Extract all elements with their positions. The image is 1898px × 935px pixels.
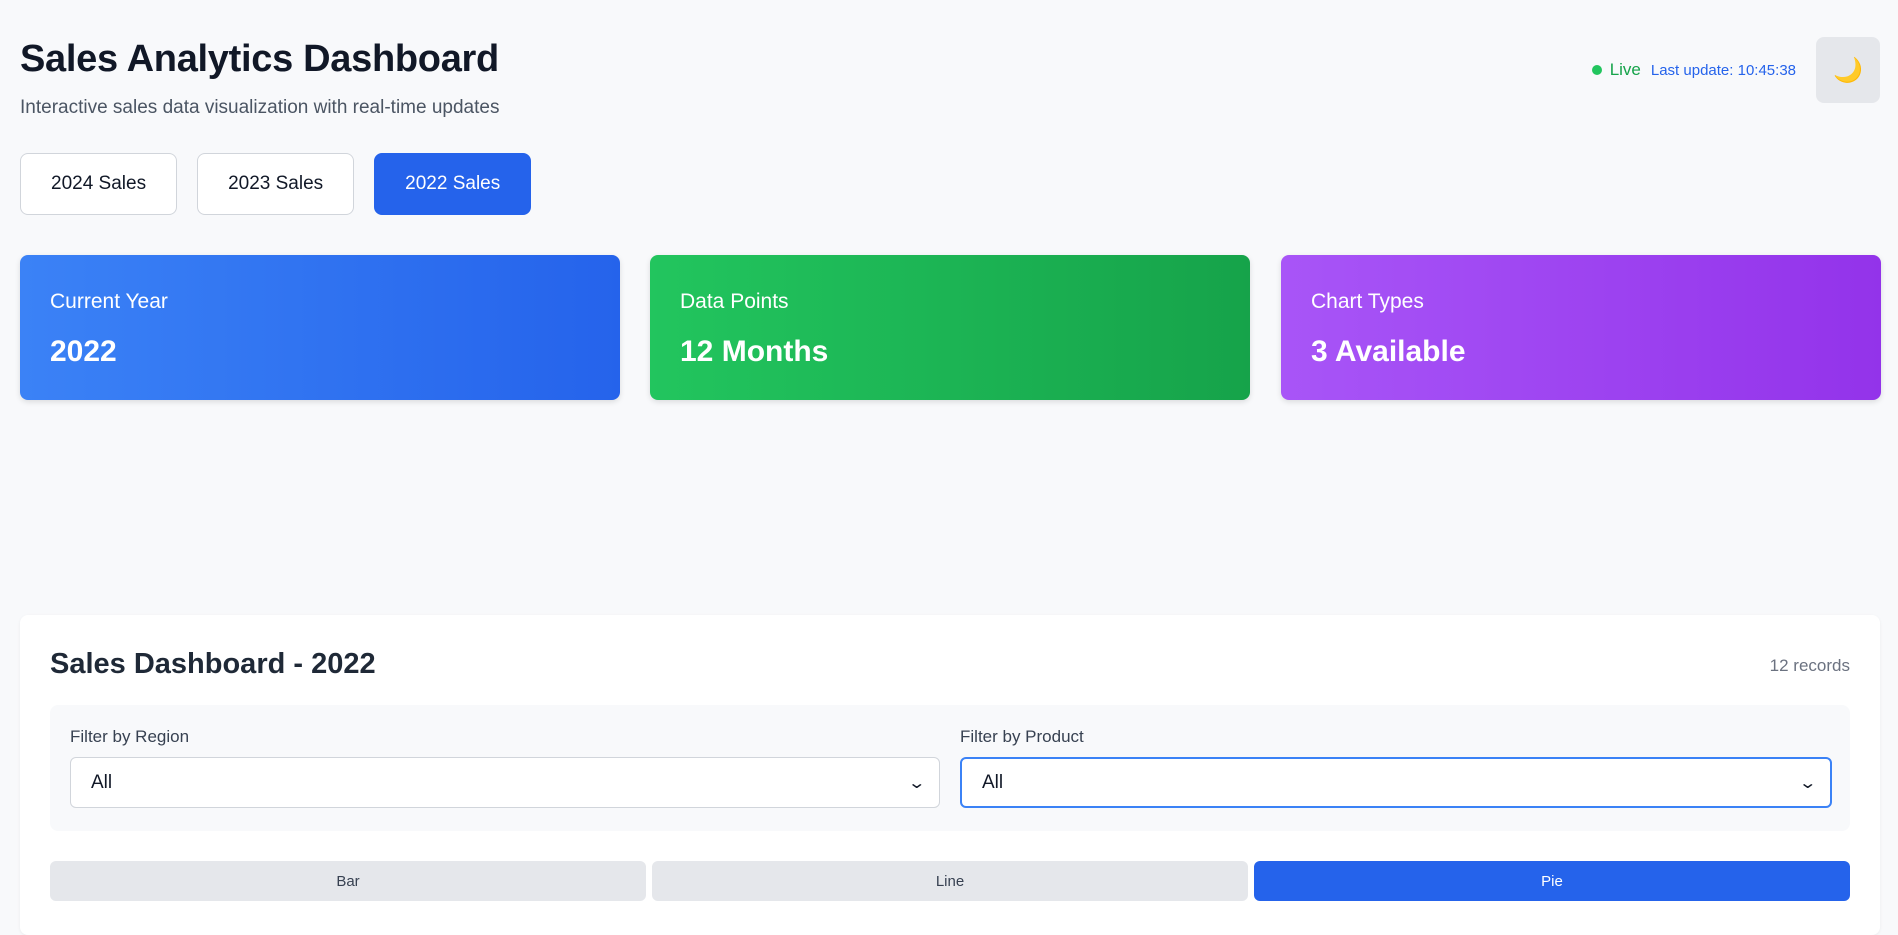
stat-label: Data Points: [680, 290, 789, 313]
tab-2024-sales[interactable]: 2024 Sales: [20, 153, 178, 215]
sales-dashboard-panel: Sales Dashboard - 2022 12 records Filter…: [20, 615, 1880, 935]
stat-card-data-points: Data Points 12 Months: [650, 255, 1250, 400]
stat-value: 12 Months: [680, 335, 829, 368]
region-filter-select[interactable]: All ⌄: [70, 757, 940, 808]
product-filter-select[interactable]: All ⌄: [960, 757, 1832, 808]
stat-value: 2022: [50, 335, 117, 368]
product-filter-group: Filter by Product All ⌄: [960, 727, 1832, 808]
live-indicator-dot: [1591, 65, 1602, 75]
moon-icon: 🌙: [1833, 56, 1863, 84]
region-filter-value: All: [91, 771, 113, 793]
tab-2023-sales[interactable]: 2023 Sales: [197, 153, 355, 215]
product-filter-label: Filter by Product: [960, 727, 1084, 746]
stat-card-current-year: Current Year 2022: [20, 255, 620, 400]
region-filter-label: Filter by Region: [70, 727, 190, 746]
chart-tab-bar[interactable]: Bar: [50, 861, 646, 901]
stat-label: Chart Types: [1311, 290, 1424, 313]
chart-tab-line[interactable]: Line: [652, 861, 1248, 901]
live-status: Live Last update: 10:45:38: [1591, 60, 1796, 80]
stat-value: 3 Available: [1311, 335, 1466, 368]
chevron-down-icon: ⌄: [1797, 774, 1817, 792]
stat-label: Current Year: [50, 290, 168, 313]
page-subtitle: Interactive sales data visualization wit…: [20, 97, 500, 118]
live-label: Live: [1609, 60, 1641, 79]
chart-type-tabs: Bar Line Pie: [50, 861, 1850, 901]
chart-tab-pie[interactable]: Pie: [1254, 861, 1850, 901]
last-update-timestamp: Last update: 10:45:38: [1650, 61, 1796, 79]
record-count: 12 records: [1769, 656, 1850, 675]
region-filter-group: Filter by Region All ⌄: [70, 727, 940, 808]
tab-2022-sales[interactable]: 2022 Sales: [374, 153, 532, 215]
stat-card-chart-types: Chart Types 3 Available: [1281, 255, 1881, 400]
page-title: Sales Analytics Dashboard: [20, 38, 499, 80]
year-tabs: 2024 Sales 2023 Sales 2022 Sales: [20, 153, 532, 215]
panel-title: Sales Dashboard - 2022: [50, 648, 376, 680]
theme-toggle-button[interactable]: 🌙: [1816, 37, 1880, 103]
chevron-down-icon: ⌄: [906, 774, 926, 792]
filter-bar: Filter by Region All ⌄ Filter by Product…: [50, 705, 1850, 831]
product-filter-value: All: [982, 771, 1004, 793]
